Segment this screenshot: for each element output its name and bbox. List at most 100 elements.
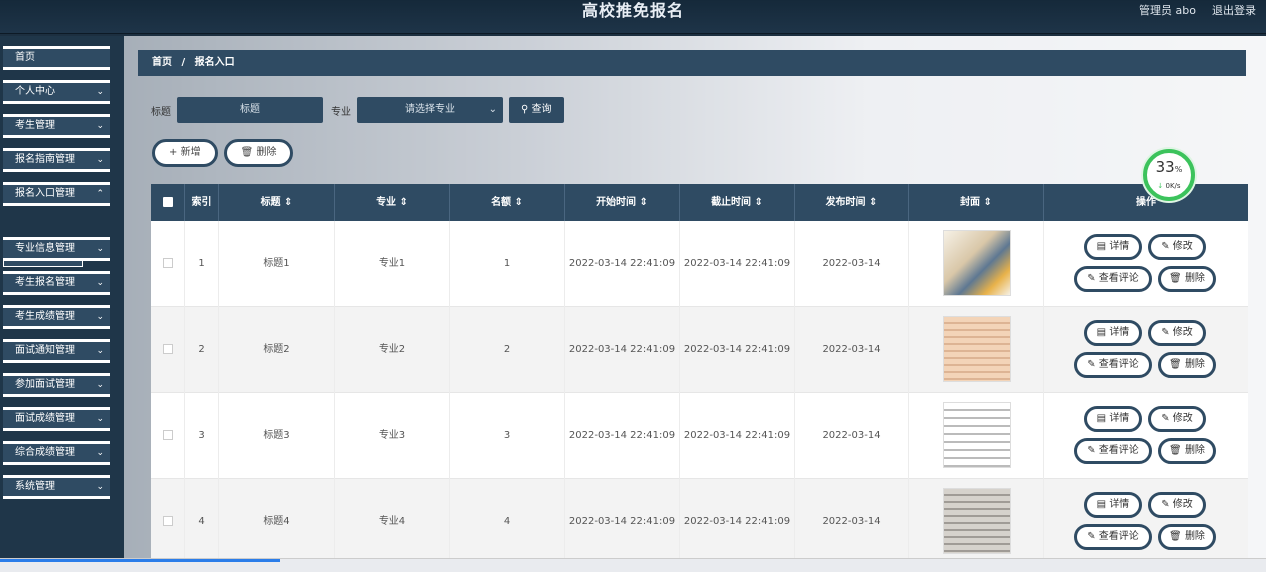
- search-bar: 标题 标题 专业 请选择专业 ⌄ ⚲ 查询: [151, 96, 564, 124]
- breadcrumb-home[interactable]: 首页: [152, 57, 172, 68]
- cell-end-time: 2022-03-14 22:41:09: [680, 307, 795, 393]
- chevron-down-icon: ⌄: [96, 121, 104, 131]
- speed-monitor-badge[interactable]: 33% ↓ 0K/s: [1143, 149, 1195, 201]
- app-title: 高校推免报名: [581, 1, 684, 20]
- column-header-end-time[interactable]: 截止时间 ⇕: [680, 184, 795, 221]
- row-checkbox[interactable]: [151, 393, 185, 479]
- major-select-value: 请选择专业: [405, 104, 455, 115]
- sidebar-item-label: 面试通知管理: [15, 345, 75, 356]
- column-header-major[interactable]: 专业 ⇕: [335, 184, 450, 221]
- edit-button[interactable]: ✎ 修改: [1148, 234, 1206, 260]
- column-header-quota[interactable]: 名额 ⇕: [450, 184, 565, 221]
- column-header-actions: 操作: [1136, 197, 1156, 208]
- delete-label: 删除: [1184, 273, 1205, 284]
- breadcrumb-separator: /: [181, 57, 186, 68]
- sidebar-item-home[interactable]: 首页: [3, 46, 110, 70]
- percent-value: 33: [1155, 158, 1175, 176]
- sidebar-item-entry[interactable]: 报名入口管理 ⌃: [3, 182, 110, 206]
- cell-title: 标题4: [219, 479, 335, 565]
- delete-button[interactable]: 🗑 删除: [1158, 524, 1216, 550]
- query-button[interactable]: ⚲ 查询: [509, 97, 564, 123]
- checkbox-icon: [162, 430, 173, 440]
- cell-start-time: 2022-03-14 22:41:09: [565, 393, 680, 479]
- checkbox-icon: [162, 516, 173, 526]
- row-checkbox[interactable]: [151, 479, 185, 565]
- table-row: 2 标题2 专业2 2 2022-03-14 22:41:09 2022-03-…: [151, 307, 1248, 393]
- breadcrumb-current: 报名入口: [194, 57, 235, 68]
- view-comments-button[interactable]: ✎ 查看评论: [1074, 524, 1152, 550]
- sidebar-item-label: 参加面试管理: [15, 379, 75, 390]
- sidebar-item-major[interactable]: 专业信息管理 ⌄: [3, 237, 110, 261]
- chevron-down-icon: ⌄: [96, 380, 104, 390]
- logout-link[interactable]: 退出登录: [1212, 2, 1256, 18]
- major-label: 专业: [331, 106, 351, 118]
- cover-image[interactable]: [943, 402, 1011, 468]
- delete-button[interactable]: 🗑 删除: [1158, 352, 1216, 378]
- detail-button[interactable]: ▤ 详情: [1084, 492, 1142, 518]
- column-header-title[interactable]: 标题 ⇕: [219, 184, 335, 221]
- row-checkbox[interactable]: [151, 307, 185, 393]
- action-bar: + 新增 🗑 删除: [152, 139, 294, 167]
- percent-unit: %: [1174, 165, 1183, 174]
- major-select[interactable]: 请选择专业 ⌄: [357, 97, 503, 123]
- sidebar-item-interview-notice[interactable]: 面试通知管理 ⌄: [3, 339, 110, 363]
- column-header-publish-time[interactable]: 发布时间 ⇕: [795, 184, 909, 221]
- sidebar-item-examinee[interactable]: 考生管理 ⌄: [3, 114, 110, 138]
- row-checkbox[interactable]: [151, 221, 185, 307]
- column-header-start-time[interactable]: 开始时间 ⇕: [565, 184, 680, 221]
- comments-label: 查看评论: [1098, 273, 1139, 284]
- chevron-down-icon: ⌄: [96, 448, 104, 458]
- table-row: 3 标题3 专业3 3 2022-03-14 22:41:09 2022-03-…: [151, 393, 1248, 479]
- table-header: 索引 标题 ⇕ 专业 ⇕ 名额 ⇕ 开始时间 ⇕ 截止时间 ⇕ 发布时间 ⇕ 封…: [151, 184, 1248, 221]
- detail-button[interactable]: ▤ 详情: [1084, 406, 1142, 432]
- detail-button[interactable]: ▤ 详情: [1084, 320, 1142, 346]
- pencil-icon: ✎: [1161, 241, 1170, 252]
- delete-button[interactable]: 🗑 删除: [1158, 266, 1216, 292]
- cell-end-time: 2022-03-14 22:41:09: [680, 479, 795, 565]
- pencil-icon: ✎: [1161, 499, 1170, 510]
- view-comments-button[interactable]: ✎ 查看评论: [1074, 266, 1152, 292]
- sidebar-item-guide[interactable]: 报名指南管理 ⌄: [3, 148, 110, 172]
- sidebar-item-registration[interactable]: 考生报名管理 ⌄: [3, 271, 110, 295]
- sidebar: 首页 个人中心⌄ 考生管理⌄ 报名指南管理⌄ 报名入口管理⌃ 报名入口 专业信息…: [0, 36, 124, 572]
- trash-icon: 🗑: [1169, 359, 1182, 370]
- edit-button[interactable]: ✎ 修改: [1148, 492, 1206, 518]
- edit-button[interactable]: ✎ 修改: [1148, 406, 1206, 432]
- trash-icon: 🗑: [1169, 273, 1182, 284]
- add-button[interactable]: + 新增: [152, 139, 218, 167]
- table-row: 4 标题4 专业4 4 2022-03-14 22:41:09 2022-03-…: [151, 479, 1248, 565]
- column-header-cover[interactable]: 封面 ⇕: [909, 184, 1044, 221]
- title-search-input[interactable]: 标题: [177, 97, 323, 123]
- cell-major: 专业3: [335, 393, 450, 479]
- chevron-down-icon: ⌄: [96, 482, 104, 492]
- sidebar-item-attend-interview[interactable]: 参加面试管理 ⌄: [3, 373, 110, 397]
- delete-button[interactable]: 🗑 删除: [1158, 438, 1216, 464]
- view-comments-button[interactable]: ✎ 查看评论: [1074, 438, 1152, 464]
- plus-icon: +: [169, 147, 178, 158]
- sidebar-item-system[interactable]: 系统管理 ⌄: [3, 475, 110, 499]
- cover-image[interactable]: [943, 488, 1011, 554]
- sidebar-item-overall-scores[interactable]: 综合成绩管理 ⌄: [3, 441, 110, 465]
- scrollbar-thumb[interactable]: [0, 559, 280, 562]
- cell-title: 标题1: [219, 221, 335, 307]
- cell-title: 标题2: [219, 307, 335, 393]
- sidebar-item-scores[interactable]: 考生成绩管理 ⌄: [3, 305, 110, 329]
- chevron-down-icon: ⌄: [96, 87, 104, 97]
- cover-image[interactable]: [943, 230, 1011, 296]
- batch-delete-button[interactable]: 🗑 删除: [223, 139, 294, 167]
- document-icon: ▤: [1096, 499, 1107, 510]
- view-comments-button[interactable]: ✎ 查看评论: [1074, 352, 1152, 378]
- cell-start-time: 2022-03-14 22:41:09: [565, 221, 680, 307]
- horizontal-scrollbar[interactable]: [0, 558, 1266, 572]
- delete-label: 删除: [256, 147, 277, 158]
- sidebar-item-label: 考生报名管理: [15, 277, 75, 288]
- select-all-checkbox[interactable]: [151, 184, 185, 221]
- sidebar-item-personal[interactable]: 个人中心 ⌄: [3, 80, 110, 104]
- column-header-index: 索引: [185, 184, 219, 221]
- sidebar-item-interview-scores[interactable]: 面试成绩管理 ⌄: [3, 407, 110, 431]
- cover-image[interactable]: [943, 316, 1011, 382]
- detail-button[interactable]: ▤ 详情: [1084, 234, 1142, 260]
- cell-quota: 3: [450, 393, 565, 479]
- edit-label: 修改: [1172, 241, 1193, 252]
- edit-button[interactable]: ✎ 修改: [1148, 320, 1206, 346]
